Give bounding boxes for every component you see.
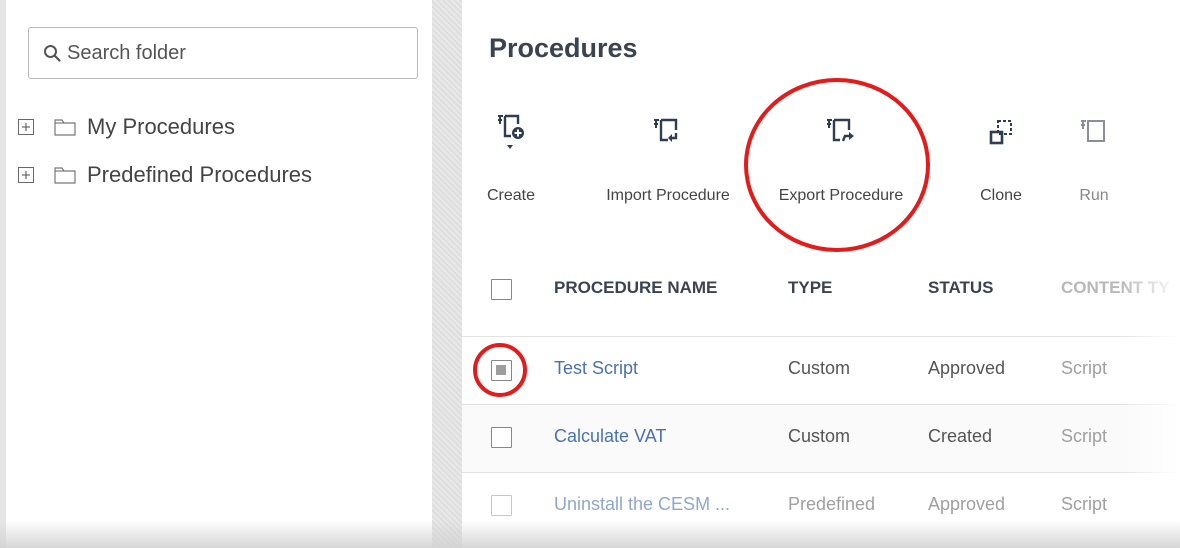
procedure-type: Custom — [788, 426, 851, 446]
run-label: Run — [1079, 187, 1109, 204]
procedure-name-link[interactable]: Test Script — [554, 358, 638, 379]
run-button[interactable]: Run — [1074, 112, 1114, 212]
tree-item-label: Predefined Procedures — [87, 162, 313, 187]
create-label: Create — [486, 187, 536, 204]
tree-item-my-procedures[interactable]: My Procedures — [18, 103, 312, 151]
expand-icon[interactable] — [18, 167, 34, 183]
tree-item-label: My Procedures — [87, 114, 235, 139]
procedure-name-link[interactable]: Calculate VAT — [554, 426, 666, 447]
create-button[interactable]: Create — [486, 112, 536, 212]
bottom-shadow — [0, 520, 1180, 548]
table-header: PROCEDURE NAME TYPE STATUS CONTENT TY — [462, 258, 1180, 320]
export-procedure-label: Export Procedure — [778, 187, 904, 204]
export-procedure-button[interactable]: Export Procedure — [766, 112, 916, 212]
import-procedure-label: Import Procedure — [606, 187, 730, 204]
column-type[interactable]: TYPE — [788, 278, 832, 298]
search-icon — [44, 45, 61, 62]
row-checkbox[interactable] — [491, 360, 512, 381]
procedure-name-link[interactable]: Uninstall the CESM ... — [554, 494, 730, 515]
procedure-type: Custom — [788, 358, 851, 378]
procedure-content-type: Script — [1061, 494, 1108, 514]
column-status[interactable]: STATUS — [928, 278, 993, 298]
procedure-content-type: Script — [1061, 426, 1108, 446]
table-row[interactable]: Test Script Custom Approved Script — [462, 336, 1180, 404]
procedure-status: Approved — [928, 358, 1006, 378]
folder-icon — [54, 119, 76, 136]
edge-fade — [1120, 0, 1180, 548]
procedure-content-type: Script — [1061, 358, 1108, 378]
column-procedure-name[interactable]: PROCEDURE NAME — [554, 278, 717, 298]
page-title: Procedures — [489, 33, 638, 63]
search-box[interactable] — [28, 27, 418, 79]
tree-item-predefined-procedures[interactable]: Predefined Procedures — [18, 151, 312, 199]
import-procedure-button[interactable]: Import Procedure — [594, 112, 742, 212]
import-procedure-icon — [648, 112, 688, 156]
expand-icon[interactable] — [18, 119, 34, 135]
procedure-type: Predefined — [788, 494, 876, 514]
folder-icon — [54, 167, 76, 184]
row-checkbox[interactable] — [491, 427, 512, 448]
row-checkbox[interactable] — [491, 495, 512, 516]
select-all-checkbox[interactable] — [491, 279, 512, 300]
search-folder-input[interactable] — [67, 41, 407, 65]
folder-tree: My Procedures Predefined Procedures — [18, 103, 312, 199]
procedures-panel: Procedures Create Import Procedure Expor… — [462, 0, 1180, 548]
clone-icon — [981, 112, 1021, 156]
clone-label: Clone — [980, 187, 1022, 204]
clone-button[interactable]: Clone — [970, 112, 1032, 212]
export-procedure-icon — [821, 112, 861, 156]
table-row[interactable]: Calculate VAT Custom Created Script — [462, 404, 1180, 472]
procedure-status: Created — [928, 426, 993, 446]
create-procedure-icon — [491, 112, 531, 156]
run-procedure-icon — [1074, 112, 1114, 156]
panel-edge — [0, 0, 6, 548]
folder-panel: My Procedures Predefined Procedures — [0, 0, 432, 548]
panel-splitter[interactable] — [432, 0, 462, 548]
procedure-status: Approved — [928, 494, 1006, 514]
